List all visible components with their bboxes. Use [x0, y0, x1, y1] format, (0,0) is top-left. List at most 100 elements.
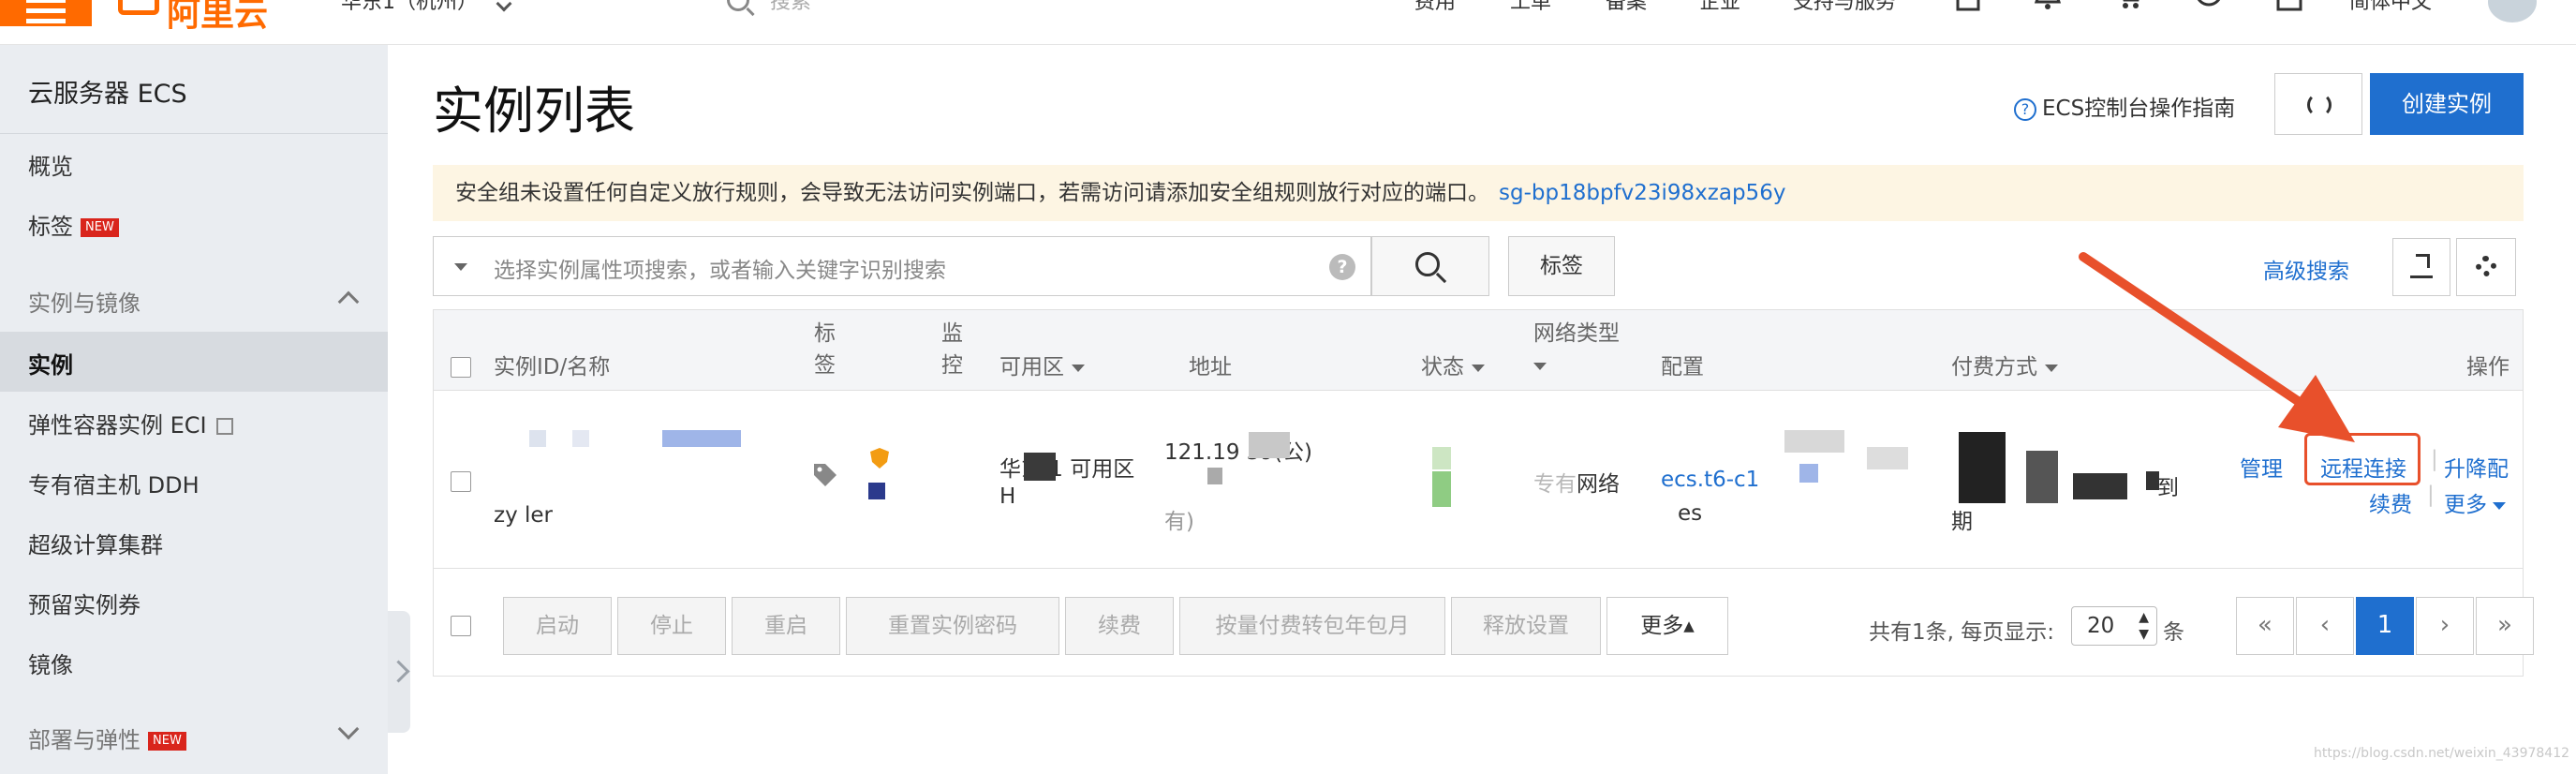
col-actions: 操作: [2466, 355, 2509, 380]
sidebar-item-scc[interactable]: 超级计算集群: [28, 527, 163, 559]
col-network[interactable]: 网络类型: [1533, 318, 1620, 381]
tag-filter-button[interactable]: 标签: [1508, 236, 1615, 296]
sidebar-item-images[interactable]: 镜像: [28, 647, 73, 679]
menu-icon[interactable]: [0, 0, 92, 26]
help-icon[interactable]: [2194, 0, 2224, 11]
nav-ticket[interactable]: 工单: [1510, 0, 1551, 15]
question-icon: ?: [2014, 97, 2036, 121]
search-button[interactable]: [1371, 236, 1489, 296]
help-icon[interactable]: ?: [1329, 254, 1355, 280]
renew-link[interactable]: 续费: [2369, 486, 2412, 518]
settings-button[interactable]: [2456, 238, 2516, 296]
first-page-button[interactable]: «: [2236, 597, 2294, 655]
col-billing[interactable]: 付费方式: [1951, 351, 2058, 383]
reset-password-button[interactable]: 重置实例密码: [846, 597, 1059, 655]
sidebar-collapse-handle[interactable]: [388, 611, 410, 733]
col-zone[interactable]: 可用区: [999, 351, 1085, 383]
chevron-down-icon[interactable]: [496, 0, 512, 12]
stepper-arrows-icon[interactable]: ▲ ▼: [2139, 609, 2149, 643]
instance-spec-link[interactable]: ecs.t6-c1: [1661, 468, 1759, 492]
chevron-down-icon[interactable]: [337, 718, 360, 740]
region-selector[interactable]: 华东1（杭州）: [341, 0, 478, 15]
aliyun-logo[interactable]: 阿里云: [118, 0, 268, 36]
document-icon[interactable]: [1954, 0, 1984, 11]
guide-link[interactable]: ? ECS控制台操作指南: [2014, 90, 2235, 122]
redacted-block: [1799, 464, 1818, 483]
cart-icon[interactable]: [2113, 0, 2143, 11]
security-group-warning: 安全组未设置任何自定义放行规则，会导致无法访问实例端口，若需访问请添加安全组规则…: [433, 165, 2524, 221]
sidebar-item-instances[interactable]: 实例: [28, 347, 73, 380]
avatar[interactable]: [2488, 0, 2537, 22]
redacted-block: [1867, 447, 1908, 469]
security-group-link[interactable]: sg-bp18bpfv23i98xzap56y: [1499, 181, 1785, 205]
search-icon[interactable]: [727, 0, 749, 11]
nav-support[interactable]: 支持与服务: [1793, 0, 1896, 15]
renew-button[interactable]: 续费: [1065, 597, 1174, 655]
release-settings-button[interactable]: 释放设置: [1451, 597, 1601, 655]
instance-spec-line2: es: [1678, 501, 1703, 526]
sidebar: 云服务器 ECS 概览 标签 NEW 实例与镜像 实例 弹性容器实例 ECI 专有…: [0, 45, 388, 774]
caret-down-icon: [2493, 501, 2506, 510]
watermark: https://blog.csdn.net/weixin_43978412: [2314, 746, 2570, 761]
sidebar-item-ddh[interactable]: 专有宿主机 DDH: [28, 467, 200, 499]
instance-id-link-redacted[interactable]: [662, 430, 741, 447]
external-link-icon: [215, 418, 233, 435]
caret-down-icon: [1472, 364, 1485, 372]
stop-button[interactable]: 停止: [617, 597, 726, 655]
redacted-block: [2073, 473, 2127, 499]
prev-page-button[interactable]: ‹: [2296, 597, 2354, 655]
col-status[interactable]: 状态: [1421, 351, 1485, 383]
tag-icon[interactable]: [812, 462, 838, 488]
select-all-checkbox[interactable]: [451, 357, 471, 378]
more-actions-link[interactable]: 更多: [2444, 486, 2506, 518]
sidebar-item-reserved[interactable]: 预留实例券: [28, 587, 141, 619]
bell-icon[interactable]: [2033, 0, 2063, 11]
footer-select-all-checkbox[interactable]: [451, 616, 471, 636]
nav-icp[interactable]: 备案: [1606, 0, 1647, 15]
expiry-text: 到: [2157, 476, 2179, 500]
redacted-block: [2146, 471, 2159, 490]
separator: |: [2427, 483, 2435, 507]
col-tag: 标签: [814, 321, 836, 378]
restart-button[interactable]: 重启: [732, 597, 840, 655]
col-config: 配置: [1661, 355, 1704, 380]
new-badge: NEW: [81, 218, 119, 237]
global-search-input[interactable]: 搜索: [770, 0, 811, 15]
redacted-block: [1024, 453, 1056, 481]
create-instance-button[interactable]: 创建实例: [2370, 73, 2524, 135]
next-page-button[interactable]: ›: [2416, 597, 2474, 655]
chevron-up-icon[interactable]: [337, 290, 360, 313]
sidebar-item-tags[interactable]: 标签 NEW: [28, 208, 119, 241]
page-1-button[interactable]: 1: [2356, 597, 2414, 655]
col-address: 地址: [1189, 355, 1232, 380]
page-size-stepper[interactable]: 20 ▲ ▼: [2071, 606, 2157, 646]
refresh-button[interactable]: [2274, 73, 2362, 135]
redacted-block: [2026, 451, 2058, 503]
instance-search-input[interactable]: 选择实例属性项搜索，或者输入关键字识别搜索 ?: [433, 236, 1371, 296]
redacted-block: [1533, 466, 1578, 494]
more-button[interactable]: 更多▴: [1606, 597, 1728, 655]
refresh-icon: [2307, 93, 2332, 117]
sidebar-item-overview[interactable]: 概览: [28, 148, 73, 181]
monitor-icon[interactable]: [868, 483, 885, 499]
resize-link[interactable]: 升降配: [2444, 451, 2509, 483]
caret-down-icon: [1533, 362, 1547, 370]
redacted-block: [1784, 430, 1844, 453]
language-switch[interactable]: 简体中文: [2349, 0, 2432, 15]
home-icon[interactable]: [2274, 0, 2304, 11]
col-monitor: 监控: [941, 321, 963, 378]
shield-icon[interactable]: [868, 447, 891, 469]
last-page-button[interactable]: »: [2476, 597, 2534, 655]
caret-down-icon[interactable]: [454, 263, 467, 271]
sidebar-item-eci[interactable]: 弹性容器实例 ECI: [28, 407, 233, 439]
sidebar-section-deploy[interactable]: 部署与弹性 NEW: [28, 722, 186, 754]
convert-billing-button[interactable]: 按量付费转包年包月: [1179, 597, 1445, 655]
top-navbar: 阿里云 华东1（杭州） 搜索 费用 工单 备案 企业 支持与服务 简体中文: [0, 0, 2576, 45]
divider: [0, 133, 388, 134]
sidebar-section-instances-images[interactable]: 实例与镜像: [28, 285, 141, 318]
row-checkbox[interactable]: [451, 471, 471, 492]
nav-enterprise[interactable]: 企业: [1699, 0, 1740, 15]
nav-billing[interactable]: 费用: [1414, 0, 1456, 15]
instance-name: zy ler: [494, 503, 553, 528]
start-button[interactable]: 启动: [503, 597, 612, 655]
